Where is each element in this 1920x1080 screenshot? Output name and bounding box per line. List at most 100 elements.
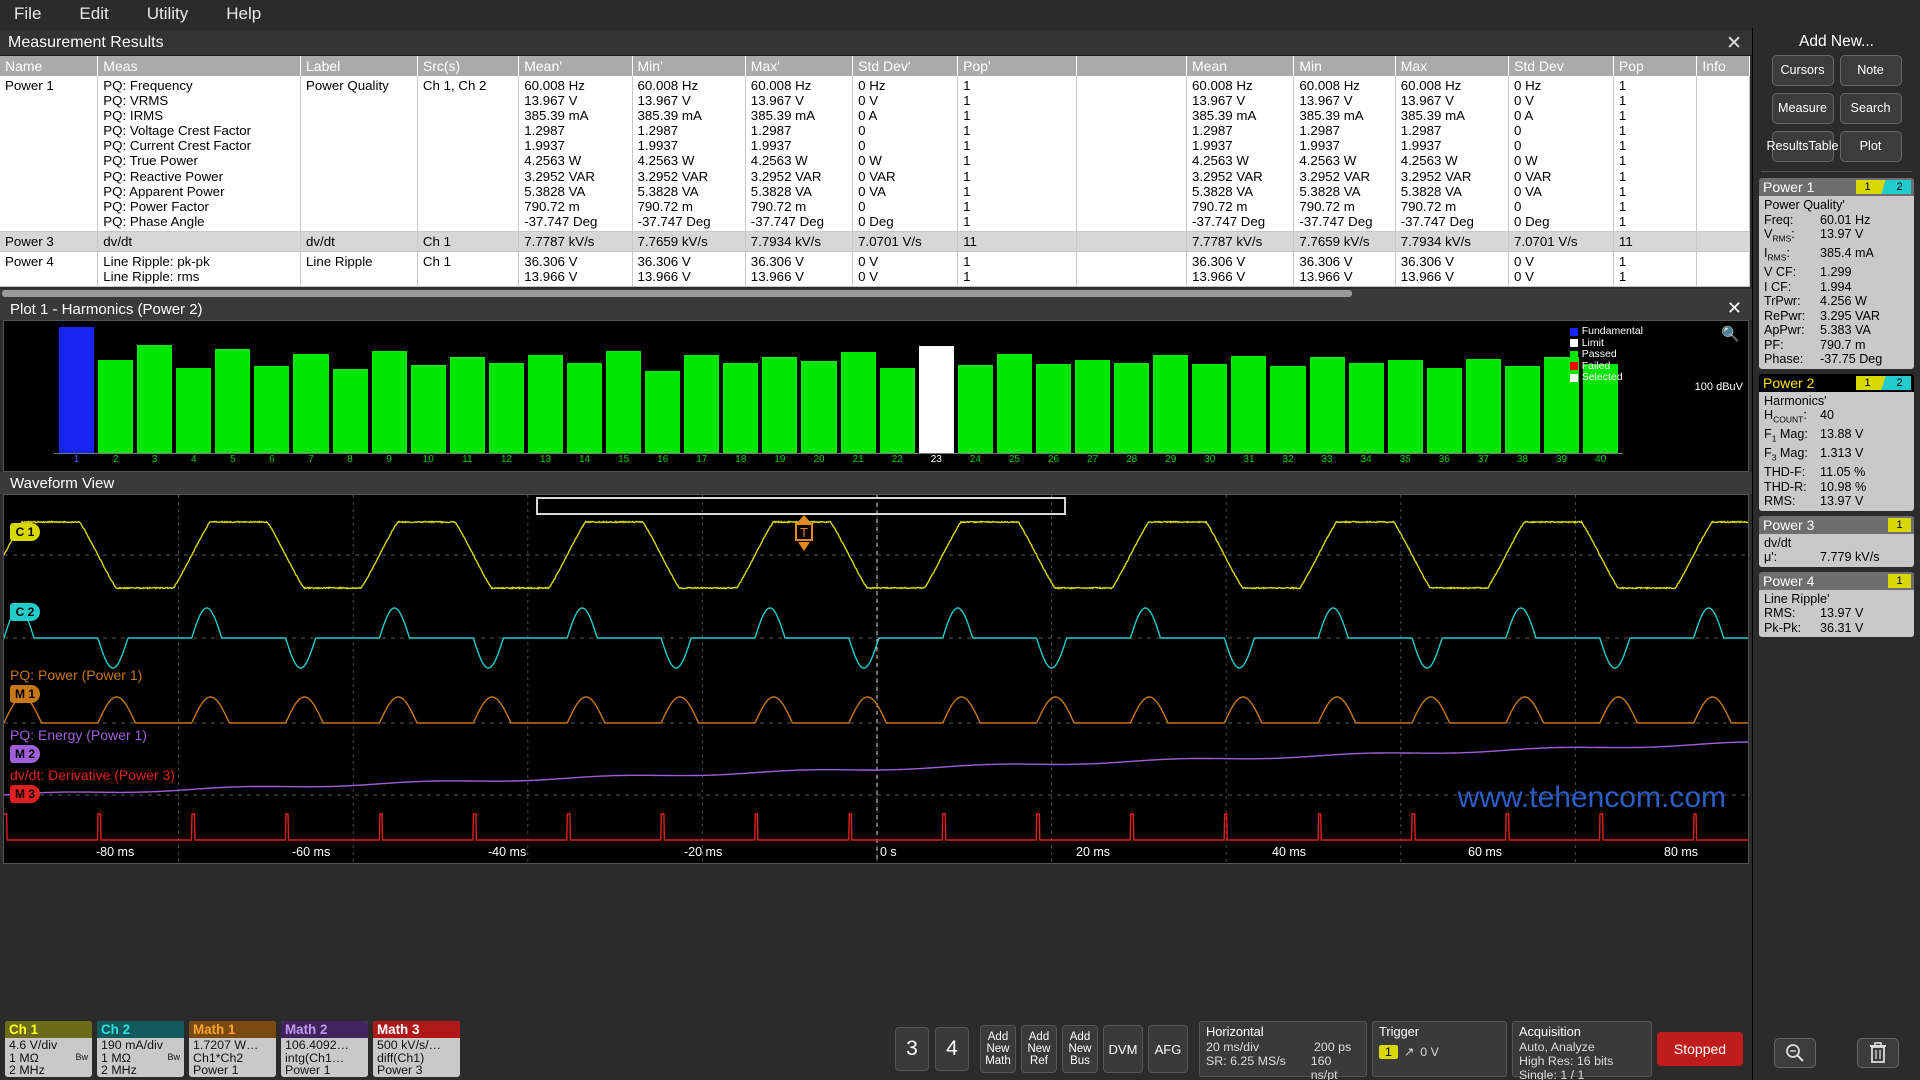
channel-badge-m2[interactable]: M 2 bbox=[10, 745, 40, 763]
harmonic-bar-5[interactable] bbox=[215, 349, 250, 454]
menu-item-help[interactable]: Help bbox=[226, 4, 261, 24]
channel-badge-c1[interactable]: C 1 bbox=[10, 523, 40, 541]
zoom-icon[interactable] bbox=[1774, 1038, 1816, 1068]
acquisition-settings-card[interactable]: Acquisition Auto, Analyze High Res: 16 b… bbox=[1512, 1021, 1652, 1077]
table-row[interactable]: Power 3 dv/dt dv/dt Ch 1 7.7787 kV/s 7.7659 k… bbox=[0, 231, 1750, 251]
waveform-canvas[interactable]: T C 1 C 2 M 1 M 2 M 3 PQ: Power (Power 1) PQ:… bbox=[3, 494, 1749, 864]
channel-button-3[interactable]: 3 bbox=[895, 1027, 929, 1071]
column-header-5[interactable]: Min' bbox=[632, 56, 745, 76]
column-header-11[interactable]: Min bbox=[1294, 56, 1395, 76]
harmonic-bar-32[interactable] bbox=[1270, 366, 1305, 453]
table-row[interactable]: Power 1 PQ: Frequency PQ: VRMS PQ: IRMS P… bbox=[0, 76, 1750, 231]
close-icon[interactable]: ✕ bbox=[1726, 32, 1742, 55]
column-header-1[interactable]: Meas bbox=[98, 56, 301, 76]
close-icon[interactable]: ✕ bbox=[1727, 298, 1742, 319]
menu-item-utility[interactable]: Utility bbox=[147, 4, 189, 24]
magnifier-icon[interactable]: 🔍 bbox=[1721, 325, 1740, 343]
harmonic-bar-24[interactable] bbox=[958, 365, 993, 453]
harmonic-bar-21[interactable] bbox=[841, 352, 876, 453]
column-header-2[interactable]: Label bbox=[301, 56, 418, 76]
harmonic-bar-7[interactable] bbox=[293, 354, 328, 454]
harmonic-bar-13[interactable] bbox=[528, 355, 563, 453]
sidebar-button-search[interactable]: Search bbox=[1840, 93, 1902, 124]
harmonic-bar-38[interactable] bbox=[1505, 366, 1540, 453]
harmonic-bar-26[interactable] bbox=[1036, 364, 1071, 453]
table-row[interactable]: Power 4 Line Ripple: pk-pk Line Ripple: r… bbox=[0, 252, 1750, 287]
harmonic-bar-15[interactable] bbox=[606, 351, 641, 453]
badge-header[interactable]: Power 2 12 bbox=[1759, 374, 1914, 392]
channel-badge-c2[interactable]: C 2 bbox=[10, 603, 40, 621]
badge-header[interactable]: Power 1 12 bbox=[1759, 178, 1914, 196]
column-header-13[interactable]: Std Dev bbox=[1508, 56, 1613, 76]
channel-card-ch1[interactable]: Ch 1 4.6 V/div 1 MΩ 2 MHz Bᴡ bbox=[5, 1021, 92, 1077]
harmonic-bar-17[interactable] bbox=[684, 355, 719, 453]
harmonic-bar-33[interactable] bbox=[1310, 357, 1345, 453]
harmonic-bar-34[interactable] bbox=[1349, 363, 1384, 454]
trigger-marker-icon[interactable]: T bbox=[794, 515, 814, 551]
channel-badge-m3[interactable]: M 3 bbox=[10, 785, 40, 803]
harmonic-bar-14[interactable] bbox=[567, 363, 602, 454]
dvm-button[interactable]: DVM bbox=[1103, 1025, 1143, 1073]
harmonic-bar-37[interactable] bbox=[1466, 359, 1501, 454]
harmonic-bar-6[interactable] bbox=[254, 366, 289, 453]
harmonic-bar-23[interactable] bbox=[919, 346, 954, 453]
menu-item-file[interactable]: File bbox=[14, 4, 41, 24]
measurement-badge-power3[interactable]: Power 3 1 dv/dt μ': 7.779 kV/s bbox=[1759, 516, 1914, 567]
waveform-overview-selector[interactable] bbox=[536, 497, 1066, 515]
harmonic-bar-31[interactable] bbox=[1231, 356, 1266, 453]
sidebar-button-plot[interactable]: Plot bbox=[1840, 131, 1902, 162]
harmonic-bar-10[interactable] bbox=[411, 365, 446, 453]
harmonic-bar-11[interactable] bbox=[450, 357, 485, 453]
channel-card-math1[interactable]: Math 1 1.7207 W… Ch1*Ch2 Power 1 bbox=[189, 1021, 276, 1077]
harmonic-bar-29[interactable] bbox=[1153, 355, 1188, 453]
harmonic-bar-27[interactable] bbox=[1075, 360, 1110, 453]
trash-icon[interactable] bbox=[1857, 1038, 1899, 1068]
column-header-12[interactable]: Max bbox=[1395, 56, 1508, 76]
harmonic-bar-20[interactable] bbox=[801, 361, 836, 453]
harmonics-chart[interactable]: 🔍 1 2 3 4 5 6 7 8 9 10 11 12 13 14 15 16 17 18 19 20 21 22 23 2… bbox=[3, 320, 1749, 472]
channel-button-4[interactable]: 4 bbox=[935, 1027, 969, 1071]
scrollbar-thumb[interactable] bbox=[2, 290, 1352, 297]
channel-card-math3[interactable]: Math 3 500 kV/s/… diff(Ch1) Power 3 bbox=[373, 1021, 460, 1077]
harmonic-bar-18[interactable] bbox=[723, 363, 758, 454]
sidebar-button-cursors[interactable]: Cursors bbox=[1772, 55, 1834, 86]
trigger-source-chip[interactable]: 1 bbox=[1379, 1045, 1398, 1059]
harmonic-bar-16[interactable] bbox=[645, 371, 680, 453]
harmonic-bar-25[interactable] bbox=[997, 354, 1032, 454]
add-new-math-button[interactable]: Add New Math bbox=[980, 1025, 1016, 1073]
column-header-3[interactable]: Src(s) bbox=[417, 56, 518, 76]
menu-item-edit[interactable]: Edit bbox=[79, 4, 108, 24]
harmonic-bar-12[interactable] bbox=[489, 363, 524, 454]
sidebar-button-measure[interactable]: Measure bbox=[1772, 93, 1834, 124]
measurement-badge-power1[interactable]: Power 1 1 2 Power Quality' Freq: 60.01 Hz VRMS… bbox=[1759, 178, 1914, 369]
horizontal-settings-card[interactable]: Horizontal 20 ms/div 200 ps SR: 6.25 MS/s… bbox=[1199, 1021, 1367, 1077]
channel-badge-m1[interactable]: M 1 bbox=[10, 685, 40, 703]
harmonic-bar-36[interactable] bbox=[1427, 368, 1462, 454]
harmonic-bar-8[interactable] bbox=[333, 369, 368, 453]
sidebar-button-results-table[interactable]: Results Table bbox=[1772, 131, 1834, 162]
measurement-badge-power2[interactable]: Power 2 1 2 Harmonics' HCOUNT: 40 F1 Mag: 13.88… bbox=[1759, 374, 1914, 511]
column-header-4[interactable]: Mean' bbox=[519, 56, 632, 76]
badge-header[interactable]: Power 4 1 bbox=[1759, 572, 1914, 590]
column-header-0[interactable]: Name bbox=[0, 56, 98, 76]
add-new-ref-button[interactable]: Add New Ref bbox=[1021, 1025, 1057, 1073]
column-header-15[interactable]: Info bbox=[1697, 56, 1750, 76]
column-header-14[interactable]: Pop bbox=[1613, 56, 1696, 76]
channel-card-math2[interactable]: Math 2 106.4092… intg(Ch1… Power 1 bbox=[281, 1021, 368, 1077]
harmonic-bar-3[interactable] bbox=[137, 345, 172, 453]
harmonic-bar-19[interactable] bbox=[762, 357, 797, 453]
column-header-7[interactable]: Std Dev' bbox=[853, 56, 958, 76]
afg-button[interactable]: AFG bbox=[1148, 1025, 1188, 1073]
harmonic-bar-22[interactable] bbox=[880, 368, 915, 454]
add-new-bus-button[interactable]: Add New Bus bbox=[1062, 1025, 1098, 1073]
harmonic-bar-4[interactable] bbox=[176, 368, 211, 454]
measurement-badge-power4[interactable]: Power 4 1 Line Ripple' RMS: 13.97 V Pk-Pk: 36.… bbox=[1759, 572, 1914, 638]
channel-card-ch2[interactable]: Ch 2 190 mA/div 1 MΩ 2 MHz Bᴡ bbox=[97, 1021, 184, 1077]
badge-header[interactable]: Power 3 1 bbox=[1759, 516, 1914, 534]
harmonic-bar-35[interactable] bbox=[1388, 360, 1423, 453]
harmonic-bar-9[interactable] bbox=[372, 351, 407, 453]
sidebar-button-note[interactable]: Note bbox=[1840, 55, 1902, 86]
column-header-8[interactable]: Pop' bbox=[958, 56, 1077, 76]
trigger-settings-card[interactable]: Trigger 1 ↗ 0 V bbox=[1372, 1021, 1507, 1077]
harmonic-bar-1[interactable] bbox=[59, 327, 94, 453]
